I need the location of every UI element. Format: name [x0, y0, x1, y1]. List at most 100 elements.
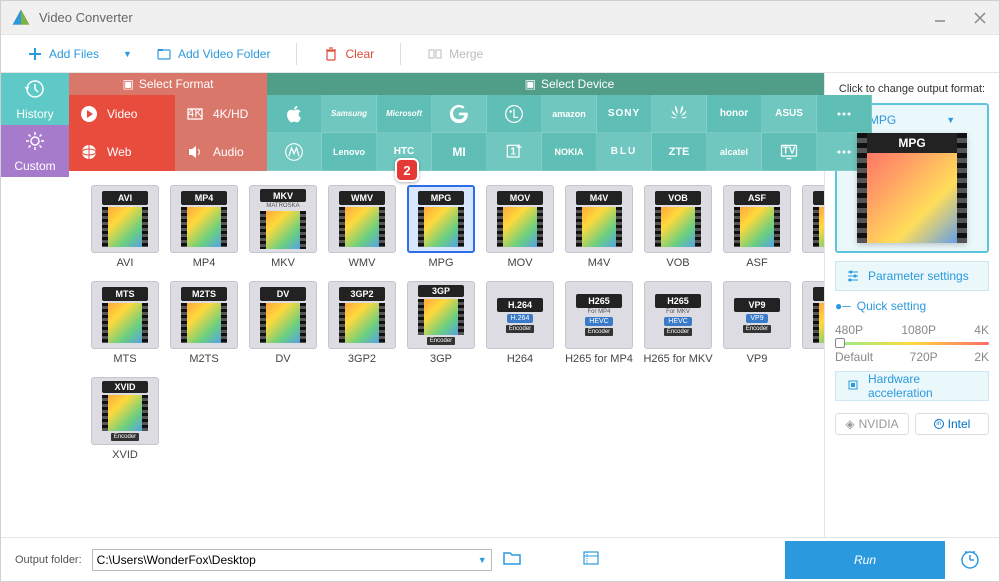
open-folder-button[interactable]	[582, 550, 602, 569]
format-vp9[interactable]: VP9VP9EncoderVP9	[719, 281, 795, 365]
device-lenovo[interactable]: Lenovo	[322, 133, 377, 171]
device-oneplus[interactable]: 1	[487, 133, 542, 171]
format-thumb: H265For MKVHEVCEncoder	[644, 281, 712, 349]
format-mpg[interactable]: MPGMPG	[403, 185, 479, 269]
device-zte[interactable]: ZTE	[652, 133, 707, 171]
sidebar-history-tab[interactable]: History	[1, 73, 69, 125]
quick-setting-label: ●─ Quick setting	[835, 299, 989, 313]
gear-icon	[24, 130, 46, 155]
format-tab-web[interactable]: Web	[69, 133, 175, 171]
format-thumb: DIVX	[802, 281, 824, 349]
format-tab-4k[interactable]: 4K 4K/HD	[175, 95, 267, 133]
format-mts[interactable]: MTSMTS	[87, 281, 163, 365]
slider-handle[interactable]	[835, 338, 845, 348]
slider-track[interactable]	[835, 342, 989, 345]
format-asf[interactable]: ASFASF	[719, 185, 795, 269]
device-htc[interactable]: HTC2	[377, 133, 432, 171]
device-amazon[interactable]: amazon	[542, 95, 597, 133]
format-label: MP4	[193, 257, 216, 269]
merge-button[interactable]: Merge	[415, 41, 495, 67]
minimize-button[interactable]	[931, 9, 949, 27]
format-tab-video[interactable]: Video	[69, 95, 175, 133]
format-label: DV	[275, 353, 290, 365]
browse-folder-button[interactable]	[502, 550, 522, 569]
hardware-accel-button[interactable]: Hardware acceleration	[835, 371, 989, 401]
format-h265-for-mp4[interactable]: H265For MP4HEVCEncoderH265 for MP4	[561, 281, 637, 365]
left-sidebar: History Custom	[1, 73, 69, 537]
device-apple[interactable]	[267, 95, 322, 133]
svg-text:TV: TV	[783, 145, 796, 156]
format-thumb: M2TS	[170, 281, 238, 349]
sidebar-custom-tab[interactable]: Custom	[1, 125, 69, 177]
device-motorola[interactable]	[267, 133, 322, 171]
toolbar: Add Files ▼ Add Video Folder Clear Merge	[1, 35, 999, 73]
device-xiaomi[interactable]: MI	[432, 133, 487, 171]
format-3gp[interactable]: 3GPEncoder3GP	[403, 281, 479, 365]
format-h265-for-mkv[interactable]: H265For MKVHEVCEncoderH265 for MKV	[640, 281, 716, 365]
format-dv[interactable]: DV DV	[245, 281, 321, 365]
category-strip: ▣ Select Format Video 4K 4K/HD	[69, 73, 824, 171]
fourk-label: 4K/HD	[213, 107, 248, 121]
add-files-button[interactable]: Add Files	[15, 41, 111, 67]
quality-slider[interactable]: 480P 1080P 4K Default 720P 2K	[835, 323, 989, 363]
run-button[interactable]: Run	[785, 541, 945, 579]
chevron-down-icon[interactable]: ▼	[478, 555, 487, 565]
format-mov[interactable]: MOVMOV	[482, 185, 558, 269]
clear-button[interactable]: Clear	[311, 41, 386, 67]
device-blu[interactable]: BLU	[597, 133, 652, 171]
device-more[interactable]	[817, 95, 872, 133]
format-ts[interactable]: TSTS	[798, 185, 824, 269]
device-nokia[interactable]: NOKIA	[542, 133, 597, 171]
output-format-thumb: MPG	[857, 133, 967, 243]
web-label: Web	[107, 145, 131, 159]
format-mp4[interactable]: MP4MP4	[166, 185, 242, 269]
format-label: MKV	[271, 257, 295, 269]
parameter-settings-button[interactable]: Parameter settings	[835, 261, 989, 291]
schedule-button[interactable]	[955, 545, 985, 575]
add-files-label: Add Files	[49, 47, 99, 61]
content-row: AVIAVIMP4MP4MKVMATROSKA MKV WMVWMVMPGMPGMO…	[69, 171, 824, 537]
format-tab-audio[interactable]: Audio	[175, 133, 267, 171]
format-divx[interactable]: DIVXDIVX	[798, 281, 824, 365]
device-lg[interactable]	[487, 95, 542, 133]
format-mkv[interactable]: MKVMATROSKA MKV	[245, 185, 321, 269]
device-huawei[interactable]	[652, 95, 707, 133]
format-h264[interactable]: H.264H.264EncoderH264	[482, 281, 558, 365]
format-vob[interactable]: VOBVOB	[640, 185, 716, 269]
format-m4v[interactable]: M4VM4V	[561, 185, 637, 269]
add-files-chevron[interactable]: ▼	[123, 49, 132, 59]
add-folder-label: Add Video Folder	[178, 47, 271, 61]
device-tv[interactable]: TV	[762, 133, 817, 171]
format-label: H264	[507, 353, 533, 365]
device-samsung[interactable]: Samsung	[322, 95, 377, 133]
format-label: 3GP2	[348, 353, 376, 365]
format-category-column: ▣ Select Format Video 4K 4K/HD	[69, 73, 267, 171]
device-honor[interactable]: honor	[707, 95, 762, 133]
format-thumb: 3GP2	[328, 281, 396, 349]
close-button[interactable]	[971, 9, 989, 27]
audio-label: Audio	[213, 145, 244, 159]
tick-2k: 2K	[974, 350, 989, 364]
format-tab-icon: ▣	[122, 77, 133, 91]
svg-text:1: 1	[510, 146, 516, 157]
gpu-nvidia-badge[interactable]: ◈NVIDIA	[835, 413, 909, 435]
format-thumb: MKVMATROSKA	[249, 185, 317, 253]
device-asus[interactable]: ASUS	[762, 95, 817, 133]
format-thumb: DV	[249, 281, 317, 349]
output-folder-input[interactable]: C:\Users\WonderFox\Desktop ▼	[92, 549, 492, 571]
device-alcatel[interactable]: alcatel	[707, 133, 762, 171]
intel-label: Intel	[948, 417, 971, 431]
format-3gp2[interactable]: 3GP2 3GP2	[324, 281, 400, 365]
sliders-icon	[846, 268, 860, 285]
add-folder-button[interactable]: Add Video Folder	[144, 41, 283, 67]
device-google[interactable]	[432, 95, 487, 133]
format-xvid[interactable]: XVIDEncoderXVID	[87, 377, 163, 461]
toolbar-divider-2	[400, 43, 401, 65]
gpu-intel-badge[interactable]: inIntel	[915, 413, 989, 435]
format-m2ts[interactable]: M2TSM2TS	[166, 281, 242, 365]
device-microsoft[interactable]: Microsoft	[377, 95, 432, 133]
format-wmv[interactable]: WMVWMV	[324, 185, 400, 269]
device-sony[interactable]: SONY	[597, 95, 652, 133]
format-avi[interactable]: AVIAVI	[87, 185, 163, 269]
app-window: Video Converter Add Files ▼ Add Video Fo…	[0, 0, 1000, 582]
